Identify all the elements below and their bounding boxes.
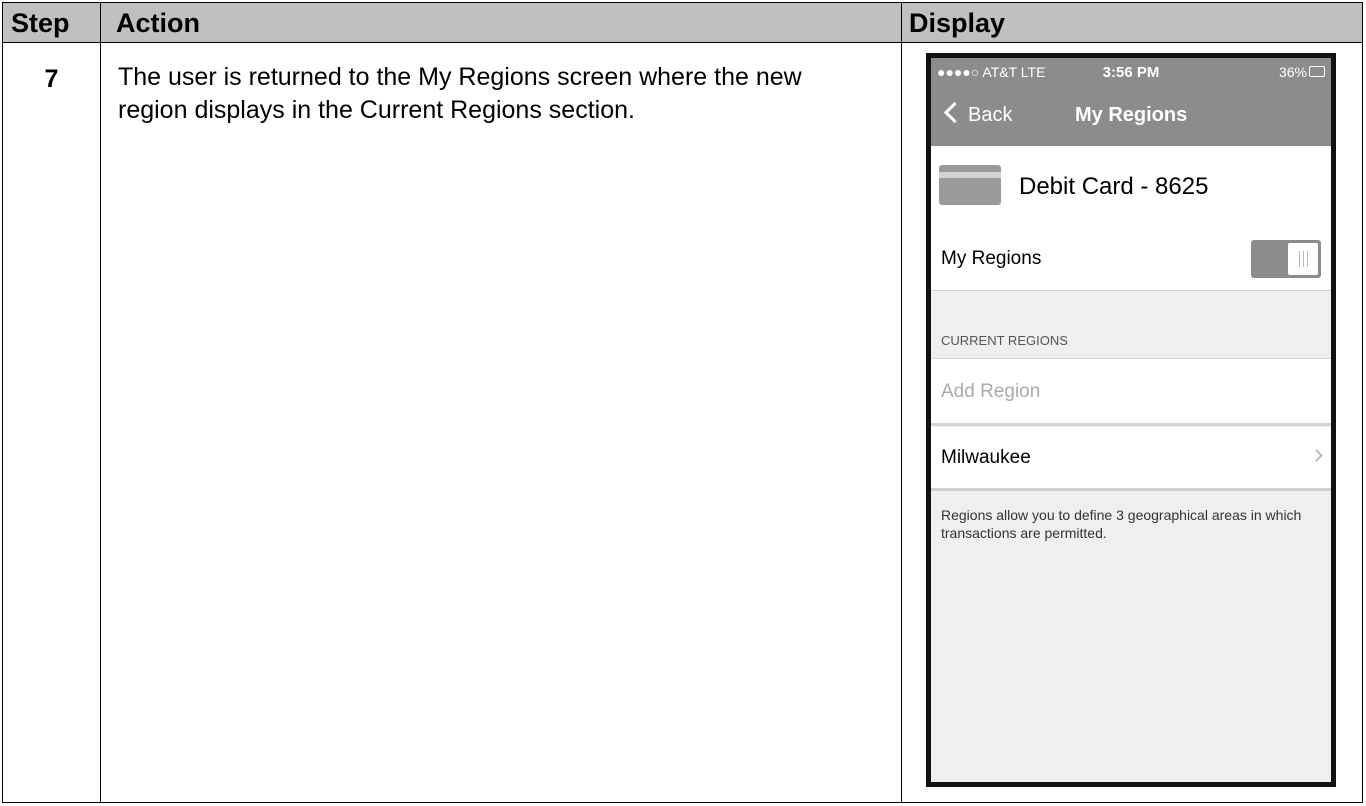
action-description: The user is returned to the My Regions s… <box>118 63 802 124</box>
back-label: Back <box>968 104 1013 126</box>
header-step: Step <box>11 8 70 38</box>
column-divider <box>100 3 101 802</box>
status-bar: ●●●●○ AT&T LTE 3:56 PM 36% <box>931 64 1331 88</box>
battery-percent: 36% <box>1278 64 1307 80</box>
region-item-milwaukee[interactable]: Milwaukee <box>931 427 1331 491</box>
add-region-row[interactable]: Add Region <box>931 358 1331 426</box>
step-number: 7 <box>44 65 59 93</box>
my-regions-toggle-row: My Regions <box>931 230 1331 291</box>
my-regions-toggle[interactable] <box>1251 240 1321 278</box>
header-action: Action <box>116 8 200 38</box>
toggle-label: My Regions <box>941 248 1042 269</box>
credit-card-icon <box>939 165 1001 205</box>
region-label: Milwaukee <box>941 447 1031 468</box>
header-display: Display <box>909 8 1006 38</box>
column-divider <box>901 3 902 802</box>
phone-screenshot: ●●●●○ AT&T LTE 3:56 PM 36% Back My Regio… <box>926 53 1336 787</box>
table-header-row: Step Action Display <box>3 3 1362 43</box>
back-button[interactable]: Back <box>941 101 1013 127</box>
chevron-left-icon <box>943 101 966 124</box>
nav-title: My Regions <box>1075 104 1188 126</box>
regions-footnote: Regions allow you to define 3 geographic… <box>941 507 1302 541</box>
card-header: Debit Card - 8625 <box>931 146 1331 231</box>
status-time: 3:56 PM <box>1102 64 1160 81</box>
add-region-label: Add Region <box>941 381 1041 402</box>
toggle-knob <box>1288 243 1318 275</box>
nav-bar: ●●●●○ AT&T LTE 3:56 PM 36% Back My Regio… <box>931 58 1331 146</box>
current-regions-header: CURRENT REGIONS <box>941 333 1068 348</box>
battery-icon <box>1309 66 1325 77</box>
card-title: Debit Card - 8625 <box>1019 173 1209 200</box>
chevron-right-icon <box>1310 449 1323 462</box>
